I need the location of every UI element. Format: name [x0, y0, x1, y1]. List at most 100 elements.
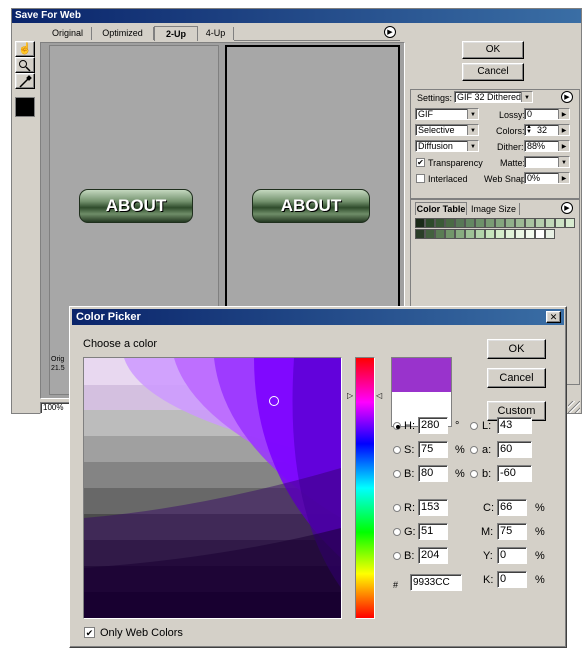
close-button[interactable]: ✕: [546, 311, 561, 323]
color-table-swatch[interactable]: [425, 218, 435, 228]
b-radio[interactable]: [393, 470, 401, 478]
tab-4up[interactable]: 4-Up: [198, 27, 234, 40]
save-for-web-title: Save For Web: [15, 10, 81, 21]
lab-b-field[interactable]: -60: [497, 465, 532, 482]
color-table-menu-button[interactable]: ▶: [561, 202, 573, 214]
y-field[interactable]: 0: [497, 547, 527, 564]
reduction-select[interactable]: Selective ▼: [415, 124, 479, 136]
color-table-swatch[interactable]: [545, 229, 555, 239]
color-table-swatch[interactable]: [505, 218, 515, 228]
l-radio[interactable]: [470, 422, 478, 430]
color-table-swatch[interactable]: [485, 229, 495, 239]
color-table-swatch[interactable]: [445, 218, 455, 228]
g-radio[interactable]: [393, 528, 401, 536]
a-field[interactable]: 60: [497, 441, 532, 458]
color-table-swatch[interactable]: [465, 229, 475, 239]
color-table-swatch[interactable]: [475, 229, 485, 239]
m-field[interactable]: 75: [497, 523, 527, 540]
color-table-swatch[interactable]: [525, 229, 535, 239]
lossy-field[interactable]: 0 ▶: [524, 108, 570, 120]
color-table-swatch[interactable]: [475, 218, 485, 228]
color-table-swatch[interactable]: [485, 218, 495, 228]
color-table-swatch[interactable]: [495, 229, 505, 239]
dither-algorithm-select[interactable]: Diffusion ▼: [415, 140, 479, 152]
tab-2up[interactable]: 2-Up: [154, 26, 198, 41]
color-table-swatch[interactable]: [545, 218, 555, 228]
color-table-swatch[interactable]: [535, 229, 545, 239]
view-options-button[interactable]: ▶: [384, 26, 396, 38]
stepper-icon[interactable]: ▲ ▼: [526, 124, 532, 135]
color-table-swatch[interactable]: [535, 218, 545, 228]
color-table-swatch[interactable]: [565, 218, 575, 228]
chevron-down-icon: ▼: [521, 92, 532, 102]
hand-tool-button[interactable]: ☝: [15, 41, 35, 57]
tab-original[interactable]: Original: [44, 27, 92, 40]
h-field[interactable]: 280: [418, 417, 448, 434]
only-web-colors-checkbox[interactable]: ✔: [84, 627, 95, 638]
colors-field[interactable]: ▲ ▼ 32 ▶: [524, 124, 570, 136]
rgb-b-field[interactable]: 204: [418, 547, 448, 564]
color-table-swatch[interactable]: [455, 218, 465, 228]
c-unit: %: [535, 502, 545, 514]
hue-slider-right-arrow-icon[interactable]: ◁: [376, 391, 382, 400]
color-field-cursor[interactable]: [269, 396, 279, 406]
chevron-down-icon: ▼: [467, 141, 478, 151]
hex-field[interactable]: 9933CC: [410, 574, 462, 591]
s-radio[interactable]: [393, 446, 401, 454]
k-field[interactable]: 0: [497, 571, 527, 588]
settings-menu-button[interactable]: ▶: [561, 91, 573, 103]
picker-ok-button[interactable]: OK: [487, 339, 546, 359]
settings-label: Settings:: [417, 93, 453, 103]
hue-slider[interactable]: [355, 357, 375, 619]
s-field[interactable]: 75: [418, 441, 448, 458]
c-field[interactable]: 66: [497, 499, 527, 516]
hue-slider-left-arrow-icon[interactable]: ▷: [347, 391, 353, 400]
tab-color-table[interactable]: Color Table: [415, 202, 467, 215]
color-table-swatch[interactable]: [495, 218, 505, 228]
websnap-field[interactable]: 0% ▶: [524, 172, 570, 184]
a-radio[interactable]: [470, 446, 478, 454]
rgb-b-radio[interactable]: [393, 552, 401, 560]
eyedropper-tool-button[interactable]: [15, 73, 35, 89]
tab-optimized[interactable]: Optimized: [92, 27, 154, 40]
optimized-preview-image: ABOUT: [252, 189, 370, 223]
format-select[interactable]: GIF ▼: [415, 108, 479, 120]
tab-image-size[interactable]: Image Size: [468, 203, 520, 215]
g-field[interactable]: 51: [418, 523, 448, 540]
color-table-swatch[interactable]: [555, 218, 565, 228]
zoom-tool-button[interactable]: [15, 57, 35, 73]
lab-b-radio[interactable]: [470, 470, 478, 478]
interlaced-checkbox[interactable]: [416, 174, 425, 183]
matte-label: Matte:: [500, 158, 526, 168]
transparency-checkbox[interactable]: ✔: [416, 158, 425, 167]
resize-grip-icon[interactable]: [568, 401, 580, 413]
settings-preset-select[interactable]: GIF 32 Dithered ▼: [454, 91, 533, 103]
color-table-swatch[interactable]: [435, 218, 445, 228]
color-table-swatch[interactable]: [425, 229, 435, 239]
h-radio[interactable]: [393, 422, 401, 430]
r-label: R:: [404, 502, 415, 514]
play-arrow-icon: ▶: [558, 125, 569, 135]
color-table-swatch[interactable]: [415, 229, 425, 239]
sfw-cancel-button[interactable]: Cancel: [462, 63, 524, 81]
color-table-swatch[interactable]: [445, 229, 455, 239]
color-table-swatch[interactable]: [515, 218, 525, 228]
color-table-swatch[interactable]: [415, 218, 425, 228]
l-field[interactable]: 43: [497, 417, 532, 434]
picker-cancel-button[interactable]: Cancel: [487, 368, 546, 388]
color-table-swatch[interactable]: [455, 229, 465, 239]
color-field[interactable]: [83, 357, 342, 619]
color-table-swatch[interactable]: [505, 229, 515, 239]
color-table-swatch[interactable]: [515, 229, 525, 239]
b-field[interactable]: 80: [418, 465, 448, 482]
color-table-swatch[interactable]: [525, 218, 535, 228]
color-table-swatch[interactable]: [435, 229, 445, 239]
r-radio[interactable]: [393, 504, 401, 512]
matte-select[interactable]: ▼: [524, 156, 570, 168]
eyedropper-color-swatch[interactable]: [15, 97, 35, 117]
color-table-swatch[interactable]: [465, 218, 475, 228]
sfw-ok-button[interactable]: OK: [462, 41, 524, 59]
color-table-grid[interactable]: [415, 218, 575, 240]
r-field[interactable]: 153: [418, 499, 448, 516]
dither-field[interactable]: 88% ▶: [524, 140, 570, 152]
